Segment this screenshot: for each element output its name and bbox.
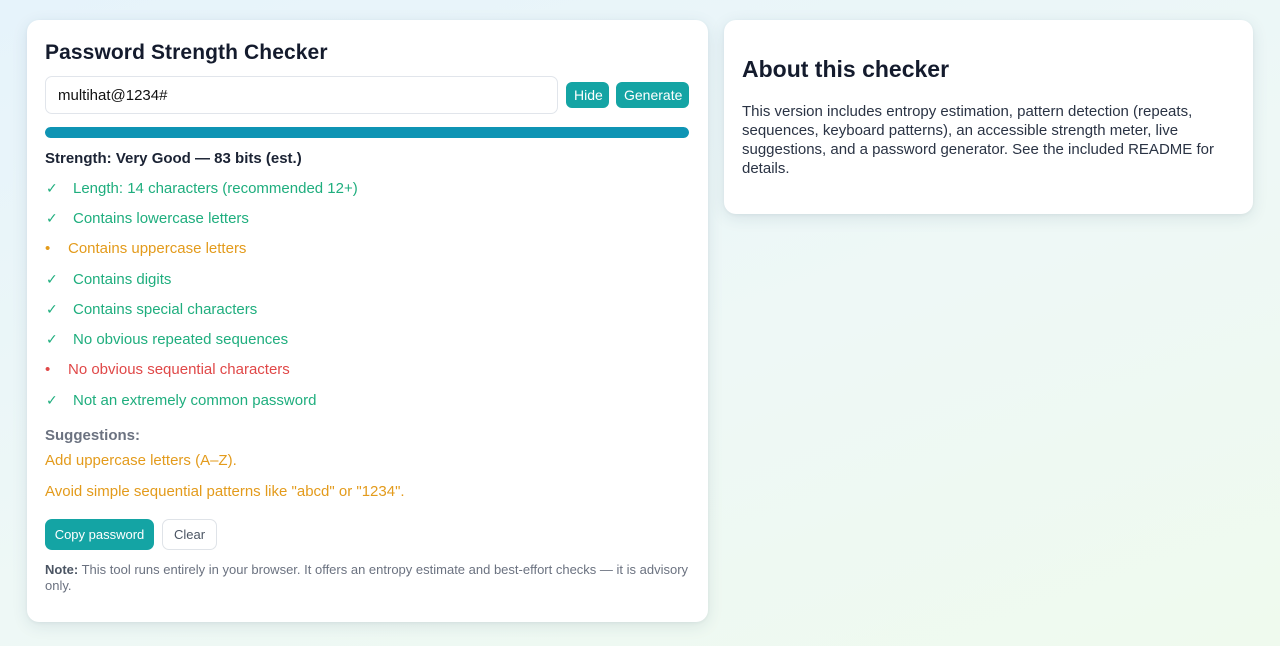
check-item: ✓ Not an extremely common password [45,385,689,415]
password-input[interactable] [45,76,558,114]
bullet-icon: • [45,361,51,379]
check-icon: ✓ [46,209,58,226]
suggestion-item: Avoid simple sequential patterns like "a… [45,482,405,500]
password-input-row: Hide Generate [45,76,689,114]
hide-button[interactable]: Hide [566,82,609,108]
check-item: ✓ Contains lowercase letters [45,203,689,233]
strength-meter [45,127,689,138]
suggestions-title: Suggestions: [45,427,141,445]
bullet-icon: • [45,240,51,258]
check-label: No obvious sequential characters [68,361,290,379]
check-icon: ✓ [46,179,58,196]
page-title: Password Strength Checker [45,41,328,64]
password-checker-card: Password Strength Checker Hide Generate … [27,20,708,622]
strength-label: Strength: Very Good — 83 bits (est.) [45,150,302,167]
check-item: ✓ Contains digits [45,264,689,294]
check-label: Contains uppercase letters [68,240,247,258]
clear-button[interactable]: Clear [162,519,217,551]
check-label: Length: 14 characters (recommended 12+) [73,179,358,197]
check-label: Contains lowercase letters [73,209,249,227]
about-title: About this checker [742,56,950,82]
copy-password-button[interactable]: Copy password [45,519,154,551]
check-label: Contains special characters [73,300,258,318]
check-icon: ✓ [46,300,58,317]
check-item: • No obvious sequential characters [45,355,689,385]
strength-meter-fill [45,127,689,138]
checks-list: ✓ Length: 14 characters (recommended 12+)… [45,173,689,415]
action-buttons: Copy password Clear [45,519,689,551]
check-label: Contains digits [73,270,172,288]
about-text: This version includes entropy estimation… [742,103,1214,177]
check-icon: ✓ [46,391,58,408]
note-text: This tool runs entirely in your browser.… [45,562,689,594]
suggestions-list: Add uppercase letters (A–Z). Avoid simple… [45,452,689,513]
note: Note: This tool runs entirely in your br… [45,562,691,594]
check-item: ✓ Contains special characters [45,294,689,324]
check-item: ✓ Length: 14 characters (recommended 12+) [45,173,689,203]
check-icon: ✓ [46,331,58,348]
check-item: • Contains uppercase letters [45,234,689,264]
check-label: No obvious repeated sequences [73,331,289,349]
check-item: ✓ No obvious repeated sequences [45,324,689,354]
check-icon: ✓ [46,270,58,287]
check-label: Not an extremely common password [73,391,317,409]
note-label: Note: [45,562,79,578]
suggestion-item: Add uppercase letters (A–Z). [45,452,237,470]
about-card: About this checker This version includes… [724,20,1253,214]
generate-button[interactable]: Generate [616,82,689,108]
